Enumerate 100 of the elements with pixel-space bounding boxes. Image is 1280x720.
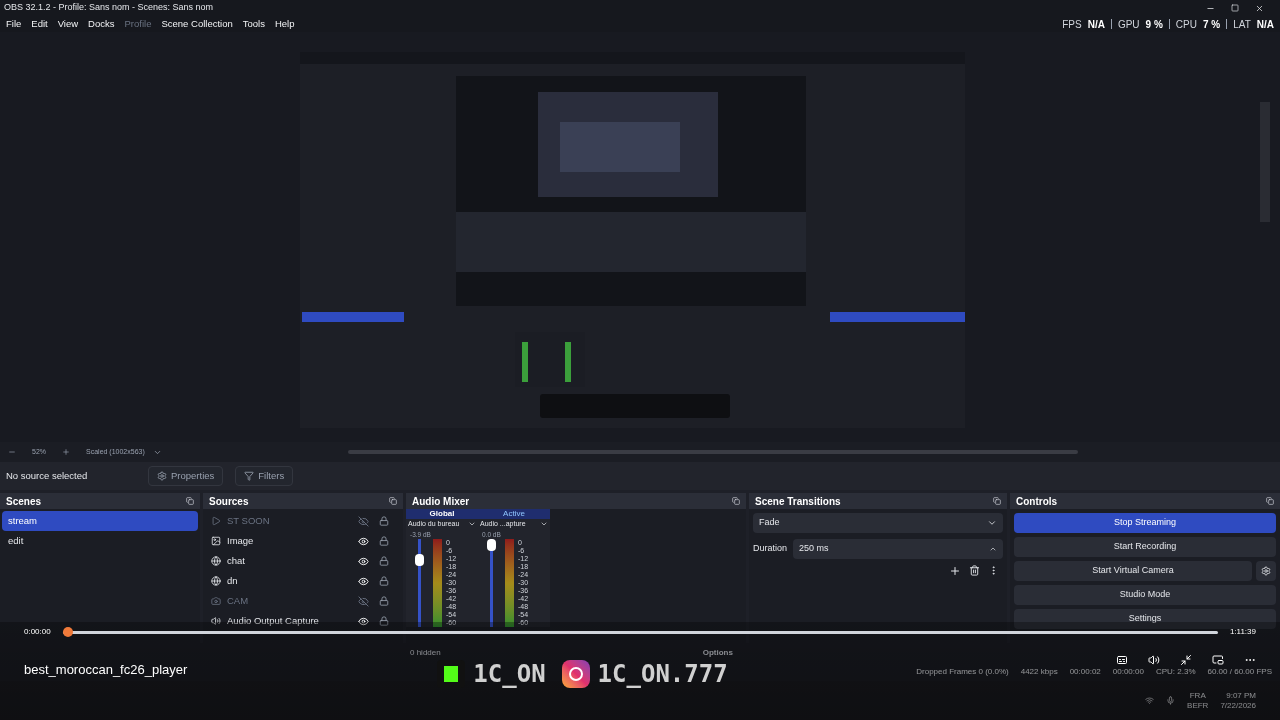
subtitles-icon[interactable] [1116, 654, 1128, 666]
total-time: 1:11:39 [1229, 626, 1256, 638]
duration-field[interactable]: 250 ms [793, 539, 1003, 559]
volume-handle[interactable] [487, 539, 496, 552]
control-button[interactable]: Settings [1014, 609, 1276, 629]
source-item[interactable]: Image [205, 531, 395, 551]
menu-item[interactable]: View [57, 16, 79, 32]
stat-value: N/A [1256, 17, 1274, 32]
clock-date[interactable]: 7/22/2026 [1220, 700, 1256, 711]
stepper-icon [989, 545, 997, 553]
separator [1110, 19, 1112, 29]
mixer-tab[interactable]: Global [406, 509, 478, 519]
volume-handle[interactable] [415, 554, 424, 567]
minimize-icon[interactable] [1180, 654, 1192, 666]
undock-icon[interactable] [186, 497, 194, 505]
dock-title: Scene Transitions [755, 494, 841, 509]
lock-icon[interactable] [379, 556, 389, 566]
stat-value: 7 % [1202, 17, 1221, 32]
menu-item[interactable]: Docks [88, 16, 115, 32]
status-item: 4422 kbps [1020, 666, 1058, 678]
clock-time[interactable]: 9:07 PM [1226, 690, 1256, 701]
undock-icon[interactable] [732, 497, 740, 505]
visibility-icon[interactable] [358, 575, 369, 587]
add-icon[interactable] [949, 565, 961, 577]
maximize-icon[interactable] [1231, 3, 1239, 12]
language-label[interactable]: FRA [1189, 690, 1206, 701]
scene-item[interactable]: stream [2, 511, 198, 531]
visibility-icon[interactable] [358, 535, 369, 547]
gear-icon [157, 471, 167, 481]
menu-item[interactable]: File [6, 16, 22, 32]
dock-title: Scenes [6, 494, 42, 509]
close-icon[interactable] [1255, 3, 1264, 13]
source-type-icon [211, 596, 221, 606]
undock-icon[interactable] [389, 497, 397, 505]
undock-icon[interactable] [1266, 497, 1274, 505]
settings-button[interactable] [1256, 561, 1276, 581]
toolbar-button[interactable]: Filters [235, 466, 294, 486]
instagram-logo-icon [561, 660, 590, 688]
scene-item[interactable]: edit [2, 531, 198, 551]
status-item: Dropped Frames 0 (0.0%) [916, 666, 1009, 678]
source-type-icon [211, 556, 221, 566]
scrollbar[interactable] [347, 450, 1078, 454]
status-item: 60.00 / 60.00 FPS [1207, 666, 1272, 678]
source-item[interactable]: ST SOON [205, 511, 395, 531]
window-title: OBS 32.1.2 - Profile: Sans nom - Scenes: Sans nom [4, 1, 214, 15]
stat-label: CPU [1175, 17, 1197, 32]
options-menu[interactable]: Options [702, 647, 733, 659]
control-button[interactable]: Start Recording [1014, 537, 1276, 557]
volume-icon[interactable] [1148, 654, 1160, 666]
progress-thumb[interactable] [62, 627, 73, 637]
picture-in-picture-icon[interactable] [1212, 654, 1224, 666]
keyboard-layout[interactable]: BEFR [1187, 700, 1209, 711]
control-button[interactable]: Studio Mode [1014, 585, 1276, 605]
undock-icon[interactable] [993, 497, 1001, 505]
source-type-icon [211, 616, 221, 626]
source-type-icon [211, 536, 221, 546]
stat-value: N/A [1087, 17, 1105, 32]
menu-item[interactable]: Edit [31, 16, 48, 32]
stat-label: LAT [1233, 17, 1251, 32]
gear-icon [1261, 566, 1271, 576]
lock-icon[interactable] [379, 596, 389, 606]
source-item[interactable]: Audio Output Capture [205, 611, 395, 631]
progress-track[interactable] [62, 630, 1218, 634]
mixer-tab[interactable]: Active [478, 509, 550, 519]
dock-title: Sources [209, 494, 249, 509]
wifi-icon [1145, 696, 1155, 705]
status-item: 00:00:00 [1112, 666, 1144, 678]
visibility-icon[interactable] [358, 555, 369, 567]
filter-icon [244, 471, 255, 481]
separator [1168, 19, 1170, 29]
lock-icon[interactable] [379, 616, 389, 626]
lock-icon[interactable] [379, 576, 389, 586]
hidden-count: 0 hidden [410, 647, 441, 659]
transition-dropdown[interactable]: Fade [753, 513, 1003, 533]
separator [1226, 19, 1228, 29]
volume-track[interactable] [490, 539, 493, 628]
toolbar-button[interactable]: Properties [148, 466, 224, 486]
dock-title: Controls [1016, 494, 1058, 509]
source-type-icon [211, 576, 221, 586]
duration-label: Duration [753, 542, 788, 556]
menu-item[interactable]: Tools [242, 16, 265, 32]
delete-icon[interactable] [969, 565, 980, 576]
lock-icon[interactable] [379, 516, 389, 526]
menu-item[interactable]: Scene Collection [161, 16, 233, 32]
banner-handle: 1C_ON.777 [597, 661, 728, 687]
visibility-icon[interactable] [358, 615, 369, 627]
control-button[interactable]: Start Virtual Camera [1014, 561, 1252, 581]
volume-track[interactable] [418, 539, 421, 628]
source-item[interactable]: dn [205, 571, 395, 591]
control-button[interactable]: Stop Streaming [1014, 513, 1276, 533]
source-item[interactable]: CAM [205, 591, 395, 611]
elapsed-time: 0:00:00 [24, 626, 51, 638]
menu-item[interactable]: Help [274, 16, 295, 32]
banner-handle: 1C_ON [473, 661, 546, 687]
source-item[interactable]: chat [205, 551, 395, 571]
status-item: 00:00:02 [1069, 666, 1101, 678]
selection-status: No source selected [6, 468, 89, 483]
lock-icon[interactable] [379, 536, 389, 546]
mic-icon [1166, 696, 1176, 705]
zoom-in-icon[interactable] [62, 448, 70, 456]
